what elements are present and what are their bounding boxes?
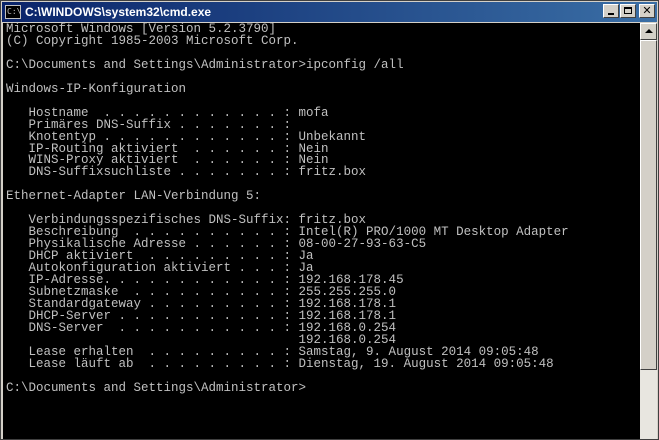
- console-line: Ethernet-Adapter LAN-Verbindung 5:: [6, 189, 262, 204]
- window-controls: ✕: [602, 4, 655, 18]
- close-button[interactable]: ✕: [639, 4, 655, 18]
- console-text: Microsoft Windows [Version 5.2.3790] (C)…: [3, 23, 640, 395]
- console-line: DNS-Suffixsuchliste . . . . . . . : frit…: [6, 165, 367, 180]
- cmd-window: C:\ C:\WINDOWS\system32\cmd.exe ✕ Micros…: [0, 0, 659, 440]
- title-bar[interactable]: C:\ C:\WINDOWS\system32\cmd.exe ✕: [2, 2, 657, 22]
- console-line: C:\Documents and Settings\Administrator>…: [6, 57, 404, 72]
- close-icon: ✕: [642, 4, 652, 17]
- scroll-up-arrow-icon: [645, 29, 653, 33]
- minimize-button[interactable]: [603, 4, 619, 18]
- console-line: C:\Documents and Settings\Administrator>: [6, 380, 307, 395]
- console-line: (C) Copyright 1985-2003 Microsoft Corp.: [6, 33, 299, 48]
- maximize-button[interactable]: [620, 4, 636, 18]
- scroll-up-button[interactable]: [640, 23, 657, 40]
- window-title: C:\WINDOWS\system32\cmd.exe: [25, 5, 212, 19]
- minimize-icon: [608, 13, 614, 15]
- console-output[interactable]: Microsoft Windows [Version 5.2.3790] (C)…: [3, 23, 640, 439]
- cmd-icon[interactable]: C:\: [5, 5, 21, 19]
- console-line: Lease läuft ab . . . . . . . . . : Diens…: [6, 356, 554, 371]
- maximize-icon: [624, 7, 632, 14]
- scrollbar-thumb[interactable]: [640, 40, 657, 370]
- vertical-scrollbar[interactable]: [640, 23, 657, 439]
- console-line: Windows-IP-Konfiguration: [6, 81, 187, 96]
